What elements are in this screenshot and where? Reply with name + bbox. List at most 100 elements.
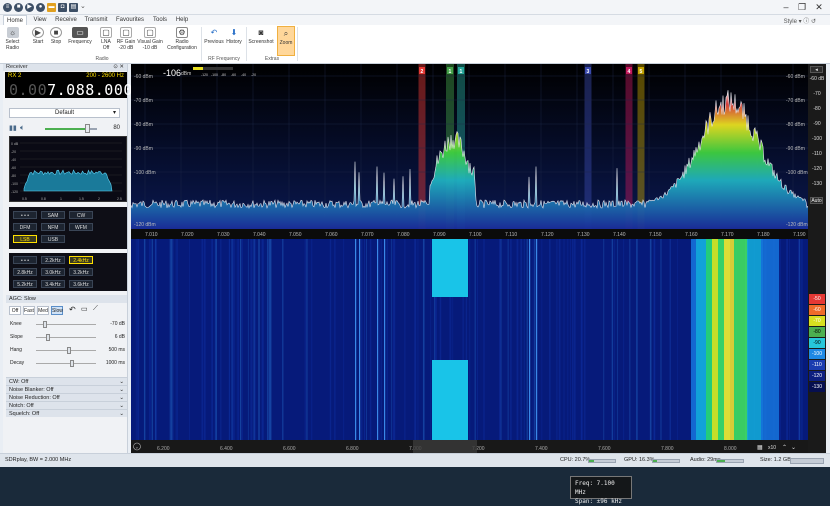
- lna-button[interactable]: ▢ LNA Off: [98, 26, 114, 56]
- audio-meter-icon[interactable]: ▮▮: [9, 124, 17, 132]
- radio-configuration-button[interactable]: ⚙ Radio Configuration: [165, 26, 199, 56]
- select-radio-button[interactable]: ☼ Select Radio: [4, 26, 21, 56]
- bandwidth-button[interactable]: 5.2kHz: [13, 280, 37, 288]
- mode-button-[interactable]: • • •: [13, 211, 37, 219]
- undo-icon: ↶: [210, 27, 218, 37]
- rf-gain-button[interactable]: ▢ RF Gain -20 dB: [116, 26, 136, 56]
- chevron-down-icon[interactable]: ⌄: [791, 445, 796, 451]
- volume-slider-thumb[interactable]: [84, 124, 90, 133]
- receiver-panel-title: Receiver: [6, 64, 28, 70]
- tab-transmit[interactable]: Transmit: [82, 15, 110, 25]
- menu-icon[interactable]: ≡: [3, 3, 12, 12]
- bandwidth-button[interactable]: 2.2kHz: [41, 256, 65, 264]
- overview-grid-icon[interactable]: ▦: [757, 445, 763, 451]
- mode-button-cw[interactable]: CW: [69, 211, 93, 219]
- agc-header[interactable]: AGC: Slow: [6, 295, 127, 303]
- tab-tools[interactable]: Tools: [150, 15, 170, 25]
- agc-button-fast[interactable]: Fast: [23, 306, 35, 315]
- tab-home[interactable]: Home: [3, 15, 27, 25]
- waterfall-line: [268, 239, 271, 440]
- stop-button[interactable]: ■ Stop: [48, 26, 64, 56]
- film-icon[interactable]: ▤: [69, 3, 78, 12]
- bandwidth-button[interactable]: 3.0kHz: [41, 268, 65, 276]
- chart-icon[interactable]: ⟋: [93, 305, 98, 313]
- bandwidth-button[interactable]: • • •: [13, 256, 37, 264]
- collapsed-panel[interactable]: Noise Reduction: Off ⌄: [6, 393, 127, 401]
- visual-gain-button[interactable]: ▢ Visual Gain -10 dB: [137, 26, 163, 56]
- zoom-button[interactable]: ⌕ Zoom: [277, 26, 295, 56]
- agc-button-med[interactable]: Med: [37, 306, 49, 315]
- chevron-up-icon[interactable]: ⌃: [782, 444, 787, 451]
- agc-slider-track[interactable]: [36, 337, 96, 338]
- camera-icon[interactable]: ◘: [58, 3, 67, 12]
- mode-button-lsb[interactable]: LSB: [13, 235, 37, 243]
- waterfall-line: [175, 239, 177, 440]
- collapsed-panel[interactable]: CW: Off ⌄: [6, 377, 127, 385]
- mode-button-usb[interactable]: USB: [41, 235, 65, 243]
- overview-zoom-value[interactable]: x10: [768, 445, 776, 451]
- frequency-tick-label: 7.040: [253, 232, 266, 238]
- folder-icon[interactable]: ▬: [47, 3, 56, 12]
- camera-icon: ◙: [258, 27, 264, 37]
- mini-x-label: 2: [98, 197, 100, 201]
- waterfall-line: [155, 239, 157, 440]
- mode-button-sam[interactable]: SAM: [41, 211, 65, 219]
- agc-slider-thumb[interactable]: [67, 347, 71, 354]
- frequency-tick-label: 7.140: [613, 232, 626, 238]
- style-menu[interactable]: Style ▾ ⓘ ↺: [784, 16, 816, 25]
- close-button[interactable]: ✕: [811, 1, 827, 13]
- play-icon[interactable]: ▶: [25, 3, 34, 12]
- visual-gain-label: Visual Gain -10 dB: [137, 39, 163, 51]
- frequency-readout[interactable]: 0.007.088.000: [9, 81, 133, 99]
- stop-icon[interactable]: ■: [14, 3, 23, 12]
- previous-button[interactable]: ↶ Previous: [204, 26, 224, 56]
- screenshot-button[interactable]: ◙ Screenshot: [248, 26, 274, 56]
- record-icon[interactable]: ●: [36, 3, 45, 12]
- collapsed-panel[interactable]: Squelch: Off ⌄: [6, 409, 127, 417]
- bandwidth-button[interactable]: 3.4kHz: [41, 280, 65, 288]
- tab-help[interactable]: Help: [173, 15, 191, 25]
- tab-view[interactable]: View: [30, 15, 50, 25]
- lna-label: LNA Off: [101, 39, 111, 51]
- range-collapse-button[interactable]: ◂: [810, 66, 823, 73]
- bandwidth-button[interactable]: 2.8kHz: [13, 268, 37, 276]
- quick-access-chevron-icon[interactable]: ⌄: [80, 2, 86, 10]
- bandwidth-button[interactable]: 3.6kHz: [69, 280, 93, 288]
- range-label: -100: [811, 136, 822, 142]
- tab-receive[interactable]: Receive: [53, 15, 79, 25]
- agc-slider-thumb[interactable]: [43, 321, 47, 328]
- agc-button-slow[interactable]: Slow: [51, 306, 63, 315]
- start-button[interactable]: ▶ Start: [30, 26, 46, 56]
- agc-slider-track[interactable]: [36, 350, 96, 351]
- minimize-button[interactable]: –: [778, 1, 794, 13]
- agc-slider-track[interactable]: [36, 363, 96, 364]
- spectrum-waterfall-display[interactable]: 2 1 1 3 4 5 -60 dBm -70 dBm -80 dBm -90 dBm -100 …: [130, 64, 826, 505]
- collapsed-panel[interactable]: Notch: Off ⌄: [6, 401, 127, 409]
- agc-slider-thumb[interactable]: [46, 334, 50, 341]
- mode-button-nfm[interactable]: NFM: [41, 223, 65, 231]
- panel-close-icon[interactable]: ⊙ ✕: [113, 64, 124, 71]
- preset-dropdown[interactable]: Default ▾: [9, 108, 120, 118]
- spectrum-canvas[interactable]: 2 1 1 3 4 5 -60 dBm -70 dBm -80 dBm -90 dBm -100 …: [130, 64, 809, 453]
- overview-visible-window[interactable]: [413, 440, 477, 453]
- agc-button-off[interactable]: Off: [9, 306, 21, 315]
- undo-icon[interactable]: ↶: [69, 305, 76, 314]
- collapsed-panel[interactable]: Noise Blanker: Off ⌄: [6, 385, 127, 393]
- frequency-display[interactable]: RX 2 200 - 2600 Hz 0.007.088.000: [5, 72, 132, 99]
- folder-icon[interactable]: ▭: [81, 305, 88, 313]
- tab-favourites[interactable]: Favourites: [113, 15, 147, 25]
- bandwidth-button[interactable]: 3.2kHz: [69, 268, 93, 276]
- mode-button-wfm[interactable]: WFM: [69, 223, 93, 231]
- history-label: History: [226, 39, 242, 45]
- bandwidth-button[interactable]: 2.4kHz: [69, 256, 93, 264]
- range-auto-button[interactable]: Auto: [810, 197, 823, 204]
- maximize-button[interactable]: ❐: [794, 1, 810, 13]
- mode-button-dfm[interactable]: DFM: [13, 223, 37, 231]
- waterfall-line: [220, 239, 222, 440]
- frequency-button[interactable]: ▭ Frequency: [67, 26, 93, 56]
- overview-tick-label: 6.200: [157, 446, 170, 452]
- speaker-icon[interactable]: 🔈︎: [20, 123, 25, 133]
- agc-slider-thumb[interactable]: [70, 360, 74, 367]
- history-button[interactable]: ⬇ History: [225, 26, 243, 56]
- frequency-label: Frequency: [68, 39, 92, 45]
